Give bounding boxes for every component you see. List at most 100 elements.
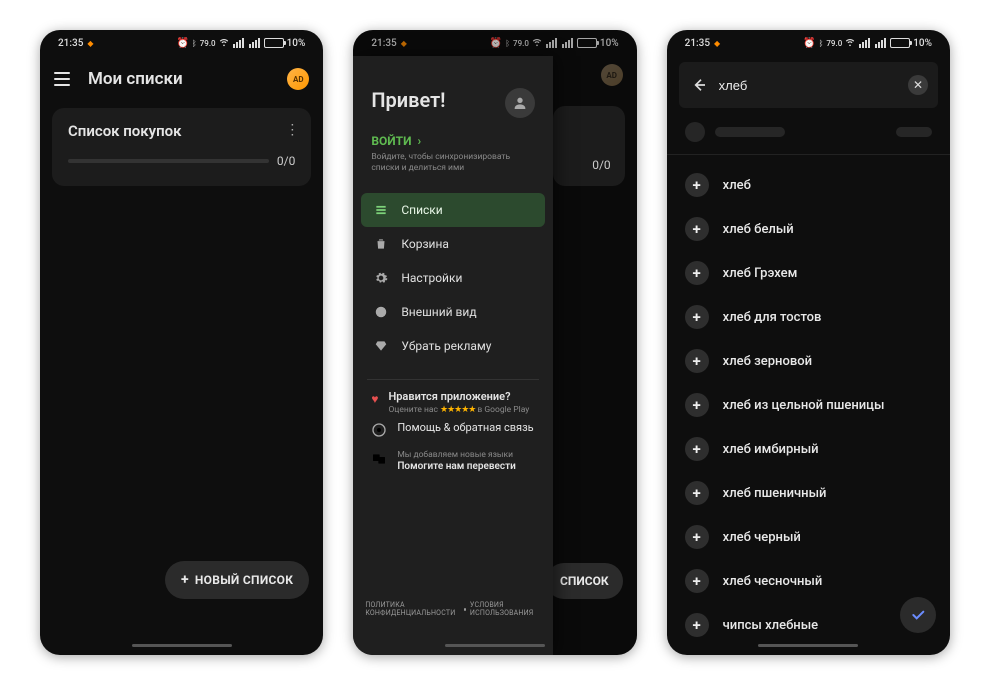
search-result-row[interactable]: + хлеб для тостов	[667, 295, 950, 339]
nav-help[interactable]: Помощь & обратная связь	[353, 415, 553, 444]
search-result-row[interactable]: + хлеб имбирный	[667, 427, 950, 471]
translate-title: Помогите нам перевести	[397, 461, 516, 472]
nav-label: Убрать рекламу	[401, 339, 491, 353]
help-icon	[371, 422, 387, 438]
rate-title: Нравится приложение?	[388, 390, 529, 403]
result-label: хлеб пшеничный	[723, 486, 827, 501]
result-label: хлеб	[723, 178, 751, 193]
search-input[interactable]	[719, 78, 898, 93]
net-speed: 79.0	[200, 39, 216, 48]
search-result-row[interactable]: + хлеб черный	[667, 515, 950, 559]
add-icon[interactable]: +	[685, 437, 709, 461]
nav-trash[interactable]: Корзина	[361, 227, 545, 261]
search-result-row[interactable]: + хлеб из цельной пшеницы	[667, 383, 950, 427]
drawer-greeting: Привет!	[371, 88, 445, 112]
status-right: ⏰ ᛒ 79.0 10%	[176, 37, 305, 50]
battery-pct: 10%	[287, 38, 306, 49]
search-result-row[interactable]: + хлеб	[667, 163, 950, 207]
net-speed: 79.0	[826, 39, 842, 48]
nav-label: Списки	[401, 203, 442, 217]
result-label: хлеб зерновой	[723, 354, 812, 369]
home-indicator	[445, 644, 545, 647]
add-icon[interactable]: +	[685, 173, 709, 197]
nav-label: Внешний вид	[401, 305, 476, 319]
bg-list-card: 0/0	[553, 106, 624, 186]
clear-icon[interactable]: ✕	[908, 75, 928, 95]
footer-terms[interactable]: УСЛОВИЯ ИСПОЛЬЗОВАНИЯ	[470, 601, 541, 617]
add-icon[interactable]: +	[685, 613, 709, 637]
add-icon[interactable]: +	[685, 525, 709, 549]
new-list-button[interactable]: + НОВЫЙ СПИСОК	[165, 561, 309, 599]
bt-icon: ᛒ	[819, 39, 824, 48]
search-result-row[interactable]: + хлеб чесночный	[667, 559, 950, 603]
diamond-icon	[373, 338, 389, 354]
login-subtitle: Войдите, чтобы синхронизировать списки и…	[371, 152, 535, 173]
progress-bar	[68, 159, 269, 163]
add-icon[interactable]: +	[685, 569, 709, 593]
search-result-row[interactable]: + хлеб Грэхем	[667, 251, 950, 295]
search-result-row[interactable]: + хлеб пшеничный	[667, 471, 950, 515]
login-block[interactable]: ВОЙТИ › Войдите, чтобы синхронизировать …	[353, 134, 553, 187]
add-icon[interactable]: +	[685, 305, 709, 329]
add-icon[interactable]: +	[685, 261, 709, 285]
add-icon[interactable]: +	[685, 349, 709, 373]
nav-label: Корзина	[401, 237, 449, 251]
result-label: хлеб из цельной пшеницы	[723, 398, 885, 413]
rate-sub-post: в Google Play	[477, 405, 529, 415]
battery-pct: 10%	[913, 38, 932, 49]
alarm-icon: ⏰	[803, 38, 815, 49]
result-label: хлеб Грэхем	[723, 266, 798, 281]
add-icon[interactable]: +	[685, 393, 709, 417]
back-icon[interactable]	[689, 75, 709, 95]
phone-screen-3: 21:35 ◆ ⏰ ᛒ 79.0 10% ✕ + хлеб+	[667, 30, 950, 655]
divider	[667, 154, 950, 155]
trash-icon	[373, 236, 389, 252]
footer-privacy[interactable]: ПОЛИТИКА КОНФИДЕНЦИАЛЬНОСТИ	[365, 601, 459, 617]
lists-icon	[373, 202, 389, 218]
wifi-icon	[845, 37, 855, 50]
add-icon[interactable]: +	[685, 481, 709, 505]
home-indicator	[758, 644, 858, 647]
nav-settings[interactable]: Настройки	[361, 261, 545, 295]
confirm-button[interactable]	[900, 597, 936, 633]
translate-sup: Мы добавляем новые языки	[397, 450, 516, 460]
nav-remove-ads[interactable]: Убрать рекламу	[361, 329, 545, 363]
gear-icon	[373, 270, 389, 286]
list-card-title: Список покупок	[68, 122, 295, 140]
status-time: 21:35	[685, 38, 710, 49]
search-result-row[interactable]: + хлеб белый	[667, 207, 950, 251]
wifi-icon	[219, 37, 229, 50]
menu-icon[interactable]	[54, 72, 70, 86]
alarm-icon: ⏰	[176, 38, 188, 49]
result-label: хлеб черный	[723, 530, 801, 545]
signal-icon-2	[249, 38, 260, 48]
fab-label: НОВЫЙ СПИСОК	[195, 573, 293, 587]
star-icon: ★★★★★	[440, 405, 475, 415]
more-icon[interactable]: ⋮	[285, 122, 299, 138]
status-right: ⏰ ᛒ 79.0 10%	[803, 37, 932, 50]
bg-fab: СПИСОК	[546, 563, 623, 599]
result-label: хлеб для тостов	[723, 310, 822, 325]
nav-lists[interactable]: Списки	[361, 193, 545, 227]
ad-badge: AD	[601, 64, 623, 86]
list-card[interactable]: Список покупок ⋮ 0/0	[52, 108, 311, 186]
add-icon[interactable]: +	[685, 217, 709, 241]
ad-badge[interactable]: AD	[287, 68, 309, 90]
plus-icon: +	[181, 572, 189, 588]
translate-icon	[371, 451, 387, 467]
search-result-row[interactable]: + хлеб зерновой	[667, 339, 950, 383]
result-label: хлеб чесночный	[723, 574, 823, 589]
login-label: ВОЙТИ	[371, 134, 411, 148]
nav-translate[interactable]: Мы добавляем новые языки Помогите нам пе…	[353, 444, 553, 478]
home-indicator	[132, 644, 232, 647]
bt-icon: ᛒ	[192, 39, 197, 48]
signal-icon	[233, 38, 244, 48]
search-results: + хлеб+ хлеб белый+ хлеб Грэхем+ хлеб дл…	[667, 159, 950, 651]
result-label: хлеб имбирный	[723, 442, 819, 457]
battery-icon	[264, 38, 284, 48]
nav-appearance[interactable]: Внешний вид	[361, 295, 545, 329]
progress-text: 0/0	[277, 154, 295, 168]
avatar-placeholder[interactable]	[505, 88, 535, 118]
phone-screen-1: 21:35 ◆ ⏰ ᛒ 79.0 10% Мои списки AD Списо…	[40, 30, 323, 655]
rate-app[interactable]: ♥ Нравится приложение? Оцените нас ★★★★★…	[353, 390, 553, 415]
